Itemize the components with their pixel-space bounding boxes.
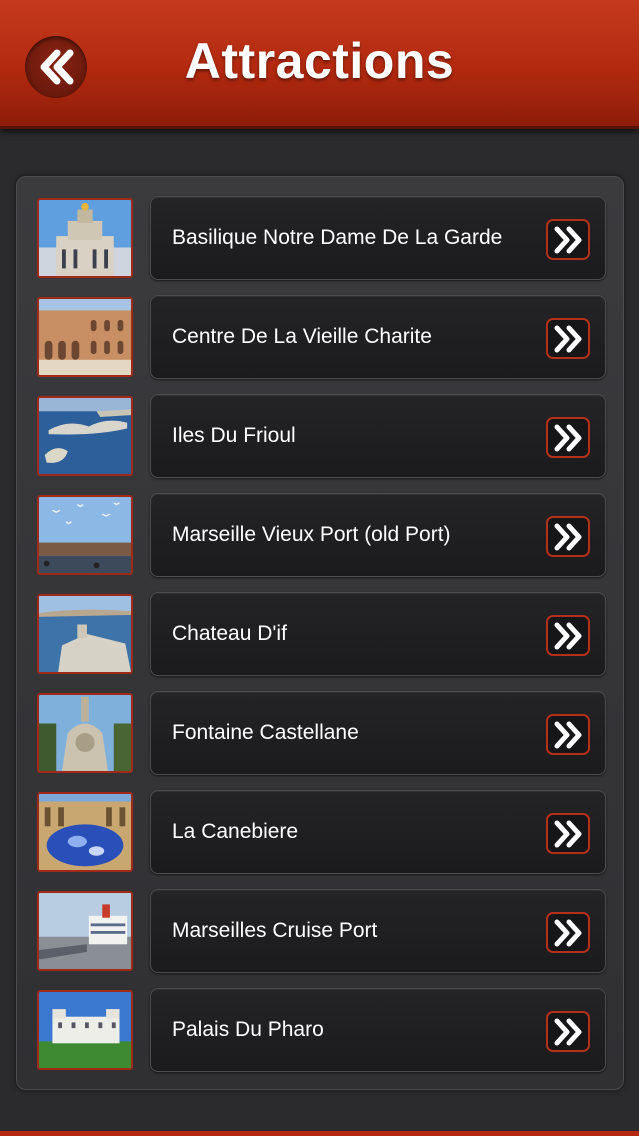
attraction-thumbnail[interactable] — [37, 693, 133, 773]
double-chevron-right-icon — [554, 1018, 582, 1045]
double-chevron-right-icon — [554, 226, 582, 253]
open-arrow-button[interactable] — [546, 714, 590, 755]
list-item: Fontaine Castellane — [17, 691, 625, 777]
attraction-button[interactable]: Palais Du Pharo — [150, 988, 606, 1072]
attraction-button[interactable]: Marseille Vieux Port (old Port) — [150, 493, 606, 577]
attraction-button[interactable]: Basilique Notre Dame De La Garde — [150, 196, 606, 280]
attraction-label: La Canebiere — [172, 820, 299, 843]
open-arrow-button[interactable] — [546, 1011, 590, 1052]
attraction-button[interactable]: Chateau D'if — [150, 592, 606, 676]
list-item: Centre De La Vieille Charite — [17, 295, 625, 381]
list-item: Palais Du Pharo — [17, 988, 625, 1074]
open-arrow-button[interactable] — [546, 615, 590, 656]
list-item: Chateau D'if — [17, 592, 625, 678]
attraction-label: Marseille Vieux Port (old Port) — [172, 523, 451, 546]
double-chevron-right-icon — [554, 820, 582, 847]
double-chevron-right-icon — [554, 424, 582, 451]
attraction-thumbnail[interactable] — [37, 198, 133, 278]
attraction-label: Basilique Notre Dame De La Garde — [172, 226, 503, 249]
attraction-label: Iles Du Frioul — [172, 424, 296, 447]
double-chevron-left-icon — [40, 49, 74, 85]
double-chevron-right-icon — [554, 325, 582, 352]
attraction-label: Centre De La Vieille Charite — [172, 325, 432, 348]
attraction-thumbnail[interactable] — [37, 792, 133, 872]
open-arrow-button[interactable] — [546, 219, 590, 260]
header-bar: Attractions — [0, 0, 639, 129]
open-arrow-button[interactable] — [546, 318, 590, 359]
list-item: La Canebiere — [17, 790, 625, 876]
attraction-button[interactable]: Fontaine Castellane — [150, 691, 606, 775]
open-arrow-button[interactable] — [546, 912, 590, 953]
attraction-thumbnail[interactable] — [37, 594, 133, 674]
attraction-thumbnail[interactable] — [37, 891, 133, 971]
back-button[interactable] — [25, 36, 87, 98]
attraction-label: Palais Du Pharo — [172, 1018, 324, 1041]
double-chevron-right-icon — [554, 523, 582, 550]
bottom-bar — [0, 1131, 639, 1136]
attraction-label: Marseilles Cruise Port — [172, 919, 378, 942]
double-chevron-right-icon — [554, 919, 582, 946]
attraction-button[interactable]: La Canebiere — [150, 790, 606, 874]
attraction-label: Chateau D'if — [172, 622, 287, 645]
open-arrow-button[interactable] — [546, 813, 590, 854]
open-arrow-button[interactable] — [546, 516, 590, 557]
double-chevron-right-icon — [554, 622, 582, 649]
page-title: Attractions — [184, 33, 455, 89]
attraction-button[interactable]: Centre De La Vieille Charite — [150, 295, 606, 379]
double-chevron-right-icon — [554, 721, 582, 748]
list-item: Marseilles Cruise Port — [17, 889, 625, 975]
attraction-label: Fontaine Castellane — [172, 721, 359, 744]
list-item: Marseille Vieux Port (old Port) — [17, 493, 625, 579]
list-item: Basilique Notre Dame De La Garde — [17, 196, 625, 282]
attraction-button[interactable]: Marseilles Cruise Port — [150, 889, 606, 973]
attraction-thumbnail[interactable] — [37, 495, 133, 575]
attraction-button[interactable]: Iles Du Frioul — [150, 394, 606, 478]
attraction-thumbnail[interactable] — [37, 297, 133, 377]
open-arrow-button[interactable] — [546, 417, 590, 458]
list-item: Iles Du Frioul — [17, 394, 625, 480]
attraction-thumbnail[interactable] — [37, 396, 133, 476]
attraction-thumbnail[interactable] — [37, 990, 133, 1070]
attractions-list: Basilique Notre Dame De La Garde Centre … — [16, 176, 624, 1090]
